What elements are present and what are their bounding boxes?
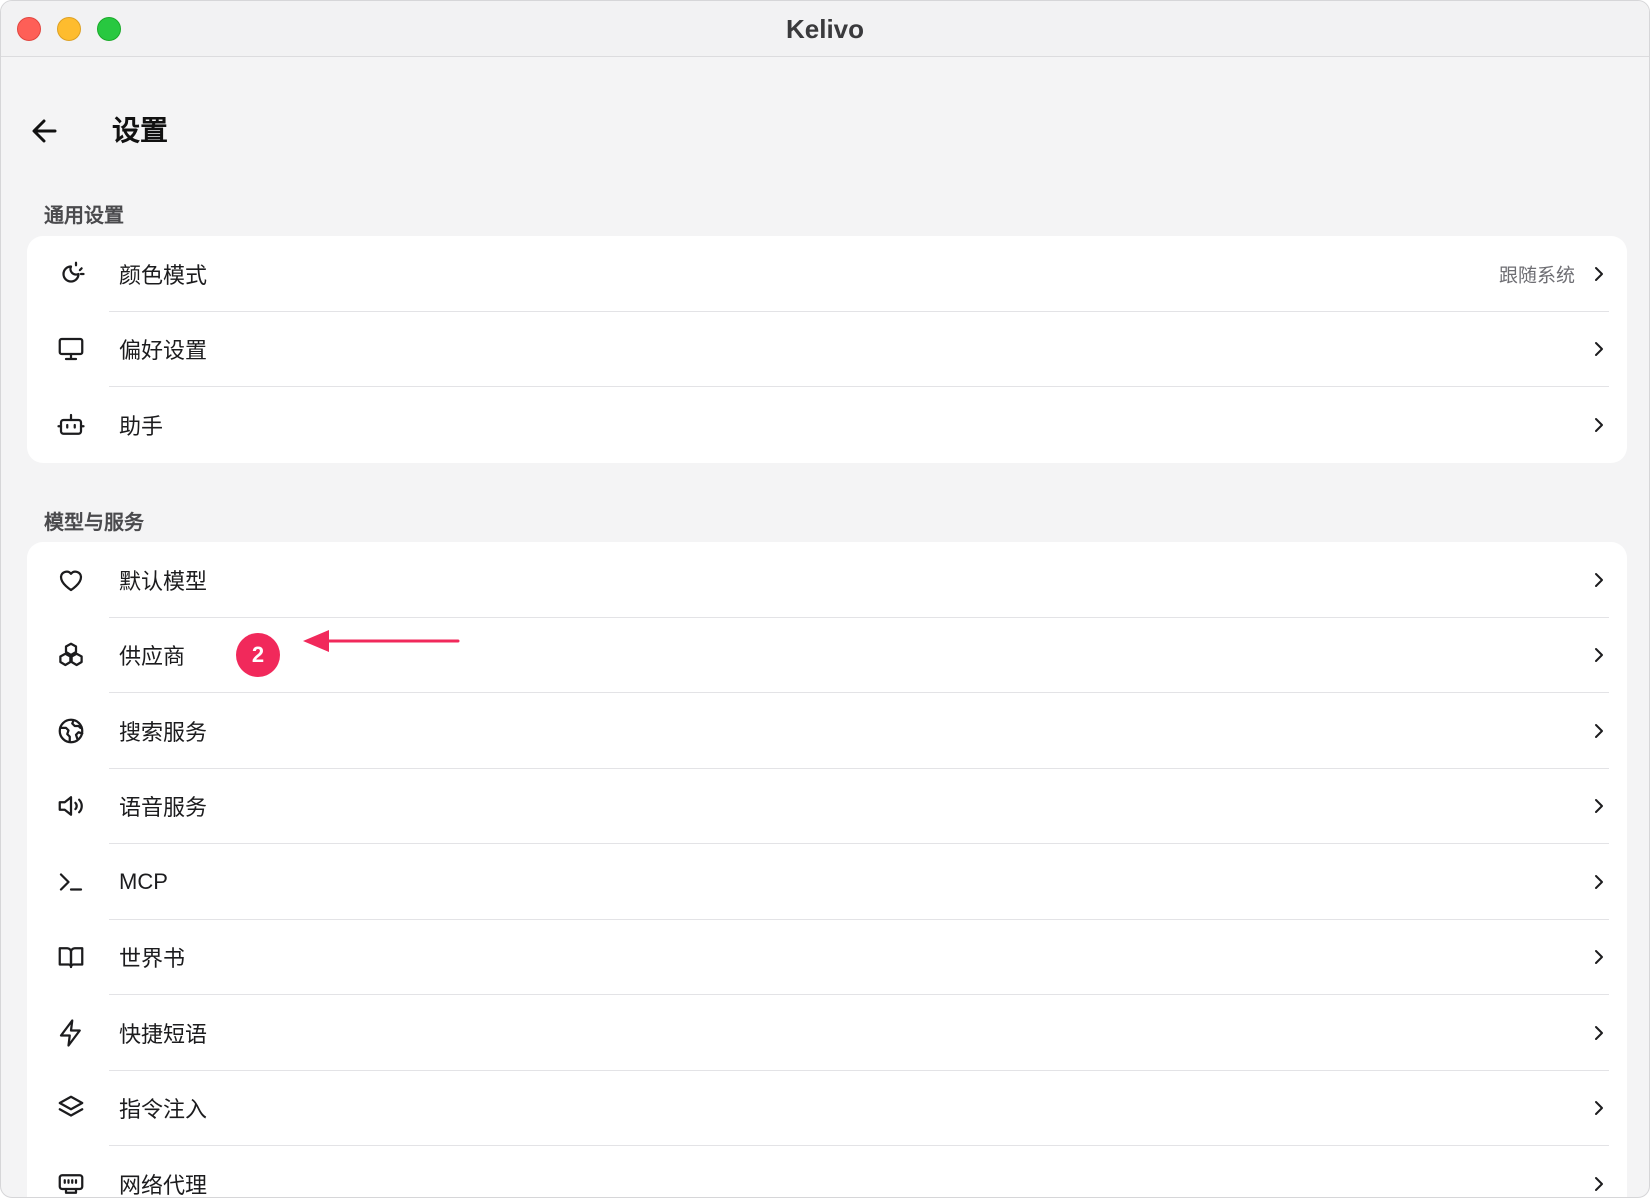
theme-icon bbox=[55, 258, 87, 290]
chevron-right-icon bbox=[1595, 648, 1603, 663]
settings-row-mcp[interactable]: MCP bbox=[27, 844, 1627, 920]
settings-row-providers[interactable]: 供应商 2 bbox=[27, 618, 1627, 693]
heart-icon bbox=[55, 564, 87, 596]
settings-row-label: 偏好设置 bbox=[119, 338, 208, 364]
chevron-right-icon bbox=[1595, 723, 1603, 738]
app-window: Kelivo 设置 通用设置 颜色模式 跟随系统 偏好设置 助手 模型与服务 默… bbox=[0, 0, 1650, 1198]
settings-row-search-service[interactable]: 搜索服务 bbox=[27, 693, 1627, 769]
settings-row-voice-service[interactable]: 语音服务 bbox=[27, 769, 1627, 844]
back-button[interactable] bbox=[27, 113, 63, 149]
chevron-right-icon bbox=[1595, 572, 1603, 587]
chevron-right-icon bbox=[1595, 874, 1603, 889]
settings-row-instruction-injection[interactable]: 指令注入 bbox=[27, 1071, 1627, 1146]
settings-row-label: MCP bbox=[119, 868, 168, 894]
chevron-right-icon bbox=[1595, 266, 1603, 281]
settings-row-preferences[interactable]: 偏好设置 bbox=[27, 312, 1627, 387]
terminal-icon bbox=[55, 866, 87, 898]
general-settings-card: 颜色模式 跟随系统 偏好设置 助手 bbox=[27, 236, 1627, 463]
annotation-badge: 2 bbox=[236, 633, 280, 678]
page-title: 设置 bbox=[112, 115, 169, 146]
chevron-right-icon bbox=[1595, 799, 1603, 814]
chevron-right-icon bbox=[1595, 1176, 1603, 1191]
book-icon bbox=[55, 941, 87, 973]
settings-row-default-model[interactable]: 默认模型 bbox=[27, 542, 1627, 618]
settings-row-label: 供应商 bbox=[119, 644, 186, 670]
models-services-card: 默认模型 供应商 2 搜索服务 语音服务 MCP 世界书 快捷短语 指令注入 网… bbox=[27, 542, 1627, 1198]
color-mode-value: 跟随系统 bbox=[1498, 265, 1575, 287]
bot-icon bbox=[55, 409, 87, 441]
window-title: Kelivo bbox=[785, 14, 865, 44]
section-label-general: 通用设置 bbox=[44, 205, 124, 227]
settings-row-label: 网络代理 bbox=[119, 1172, 208, 1198]
layers-icon bbox=[55, 1092, 87, 1124]
settings-row-label: 指令注入 bbox=[119, 1097, 208, 1123]
settings-row-label: 世界书 bbox=[119, 946, 186, 972]
settings-row-label: 搜索服务 bbox=[119, 719, 208, 745]
settings-row-assistant[interactable]: 助手 bbox=[27, 387, 1627, 463]
chevron-right-icon bbox=[1595, 1025, 1603, 1040]
zap-icon bbox=[55, 1017, 87, 1049]
chevron-right-icon bbox=[1595, 1101, 1603, 1116]
monitor-icon bbox=[55, 333, 87, 365]
annotation-arrow-icon bbox=[303, 630, 460, 652]
settings-row-color-mode[interactable]: 颜色模式 跟随系统 bbox=[27, 236, 1627, 312]
chevron-right-icon bbox=[1595, 950, 1603, 965]
network-icon bbox=[55, 1168, 87, 1197]
settings-row-label: 默认模型 bbox=[119, 568, 208, 594]
settings-row-label: 快捷短语 bbox=[119, 1021, 208, 1047]
page-header: 设置 bbox=[1, 101, 1649, 161]
chevron-right-icon bbox=[1595, 417, 1603, 432]
chevron-right-icon bbox=[1595, 342, 1603, 357]
settings-row-label: 颜色模式 bbox=[119, 262, 208, 288]
title-bar: Kelivo bbox=[1, 1, 1649, 57]
settings-row-world-book[interactable]: 世界书 bbox=[27, 920, 1627, 995]
speaker-icon bbox=[55, 790, 87, 822]
arrow-left-icon bbox=[32, 119, 57, 143]
section-label-models: 模型与服务 bbox=[44, 512, 144, 534]
settings-row-label: 语音服务 bbox=[119, 795, 208, 821]
settings-row-network-proxy[interactable]: 网络代理 bbox=[27, 1146, 1627, 1198]
settings-row-label: 助手 bbox=[119, 413, 164, 439]
globe-icon bbox=[55, 715, 87, 747]
settings-row-quick-phrases[interactable]: 快捷短语 bbox=[27, 995, 1627, 1071]
boxes-icon bbox=[55, 639, 87, 671]
